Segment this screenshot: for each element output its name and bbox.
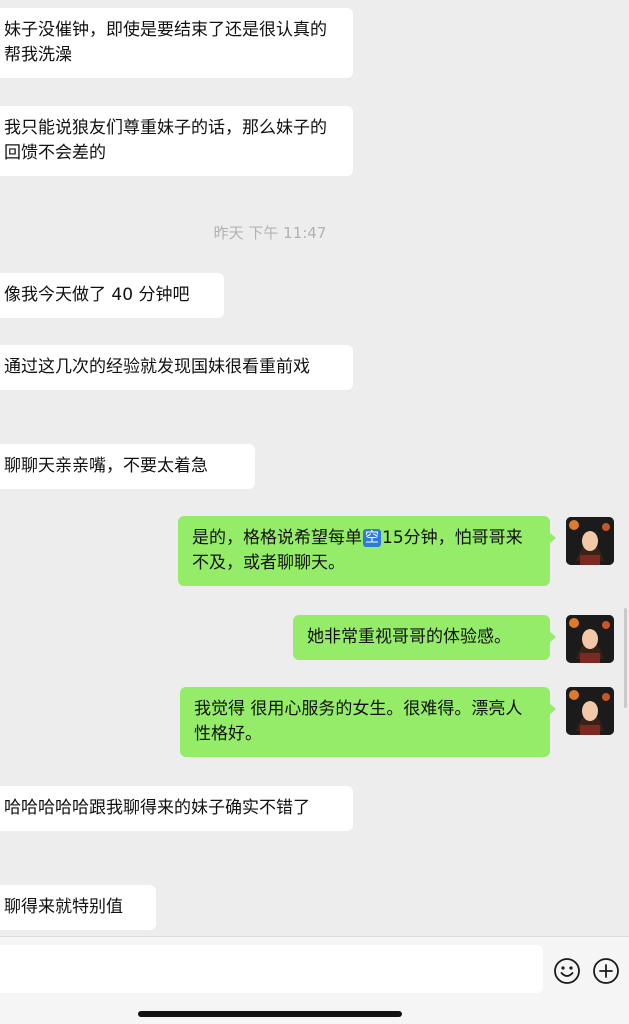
message-text: 聊聊天亲亲嘴，不要太着急 [4, 456, 208, 476]
message-bubble-incoming[interactable]: 通过这几次的经验就发现国妹很看重前戏 [0, 345, 353, 390]
message-text: 她非常重视哥哥的体验感。 [307, 627, 511, 647]
message-text: 妹子没催钟，即使是要结束了还是很认真的帮我洗澡 [4, 20, 327, 65]
empty-emoji-badge: 空 [363, 529, 381, 547]
message-text: 聊得来就特别值 [4, 897, 123, 917]
chat-message-list[interactable]: 妹子没催钟，即使是要结束了还是很认真的帮我洗澡 我只能说狼友们尊重妹子的话，那么… [0, 0, 629, 936]
message-bubble-outgoing[interactable]: 我觉得 很用心服务的女生。很难得。漂亮人性格好。 [180, 687, 556, 757]
message-text: 我觉得 很用心服务的女生。很难得。漂亮人性格好。 [194, 699, 523, 744]
message-text: 像我今天做了 40 分钟吧 [4, 285, 190, 305]
message-bubble-outgoing[interactable]: 她非常重视哥哥的体验感。 [293, 615, 556, 660]
avatar[interactable] [566, 687, 614, 735]
message-text: 哈哈哈哈哈跟我聊得来的妹子确实不错了 [4, 798, 310, 818]
message-bubble-incoming[interactable]: 聊聊天亲亲嘴，不要太着急 [0, 444, 255, 489]
message-bubble-outgoing[interactable]: 是的，格格说希望每单空 15分钟，怕哥哥来不及，或者聊聊天。 [178, 516, 556, 586]
avatar-portrait-icon [566, 517, 614, 565]
message-bubble-incoming[interactable]: 聊得来就特别值 [0, 885, 156, 930]
message-text: 通过这几次的经验就发现国妹很看重前戏 [4, 357, 310, 377]
smiley-face-icon [554, 958, 580, 984]
message-input[interactable] [0, 945, 543, 993]
message-bubble-incoming[interactable]: 我只能说狼友们尊重妹子的话，那么妹子的回馈不会差的 [0, 106, 353, 176]
home-indicator[interactable] [138, 1011, 402, 1017]
message-text: 是的，格格说希望每单 [192, 528, 362, 548]
avatar[interactable] [566, 517, 614, 565]
avatar[interactable] [566, 615, 614, 663]
message-bubble-incoming[interactable]: 妹子没催钟，即使是要结束了还是很认真的帮我洗澡 [0, 8, 353, 78]
more-options-button[interactable] [592, 957, 620, 985]
plus-circle-icon [593, 958, 619, 984]
avatar-portrait-icon [566, 615, 614, 663]
emoji-button[interactable] [553, 957, 581, 985]
message-text: 我只能说狼友们尊重妹子的话，那么妹子的回馈不会差的 [4, 118, 327, 163]
message-bubble-incoming[interactable]: 像我今天做了 40 分钟吧 [0, 273, 224, 318]
avatar-portrait-icon [566, 687, 614, 735]
message-bubble-incoming[interactable]: 哈哈哈哈哈跟我聊得来的妹子确实不错了 [0, 786, 353, 831]
message-timestamp: 昨天 下午 11:47 [213, 224, 327, 242]
scrollbar[interactable] [624, 608, 627, 708]
